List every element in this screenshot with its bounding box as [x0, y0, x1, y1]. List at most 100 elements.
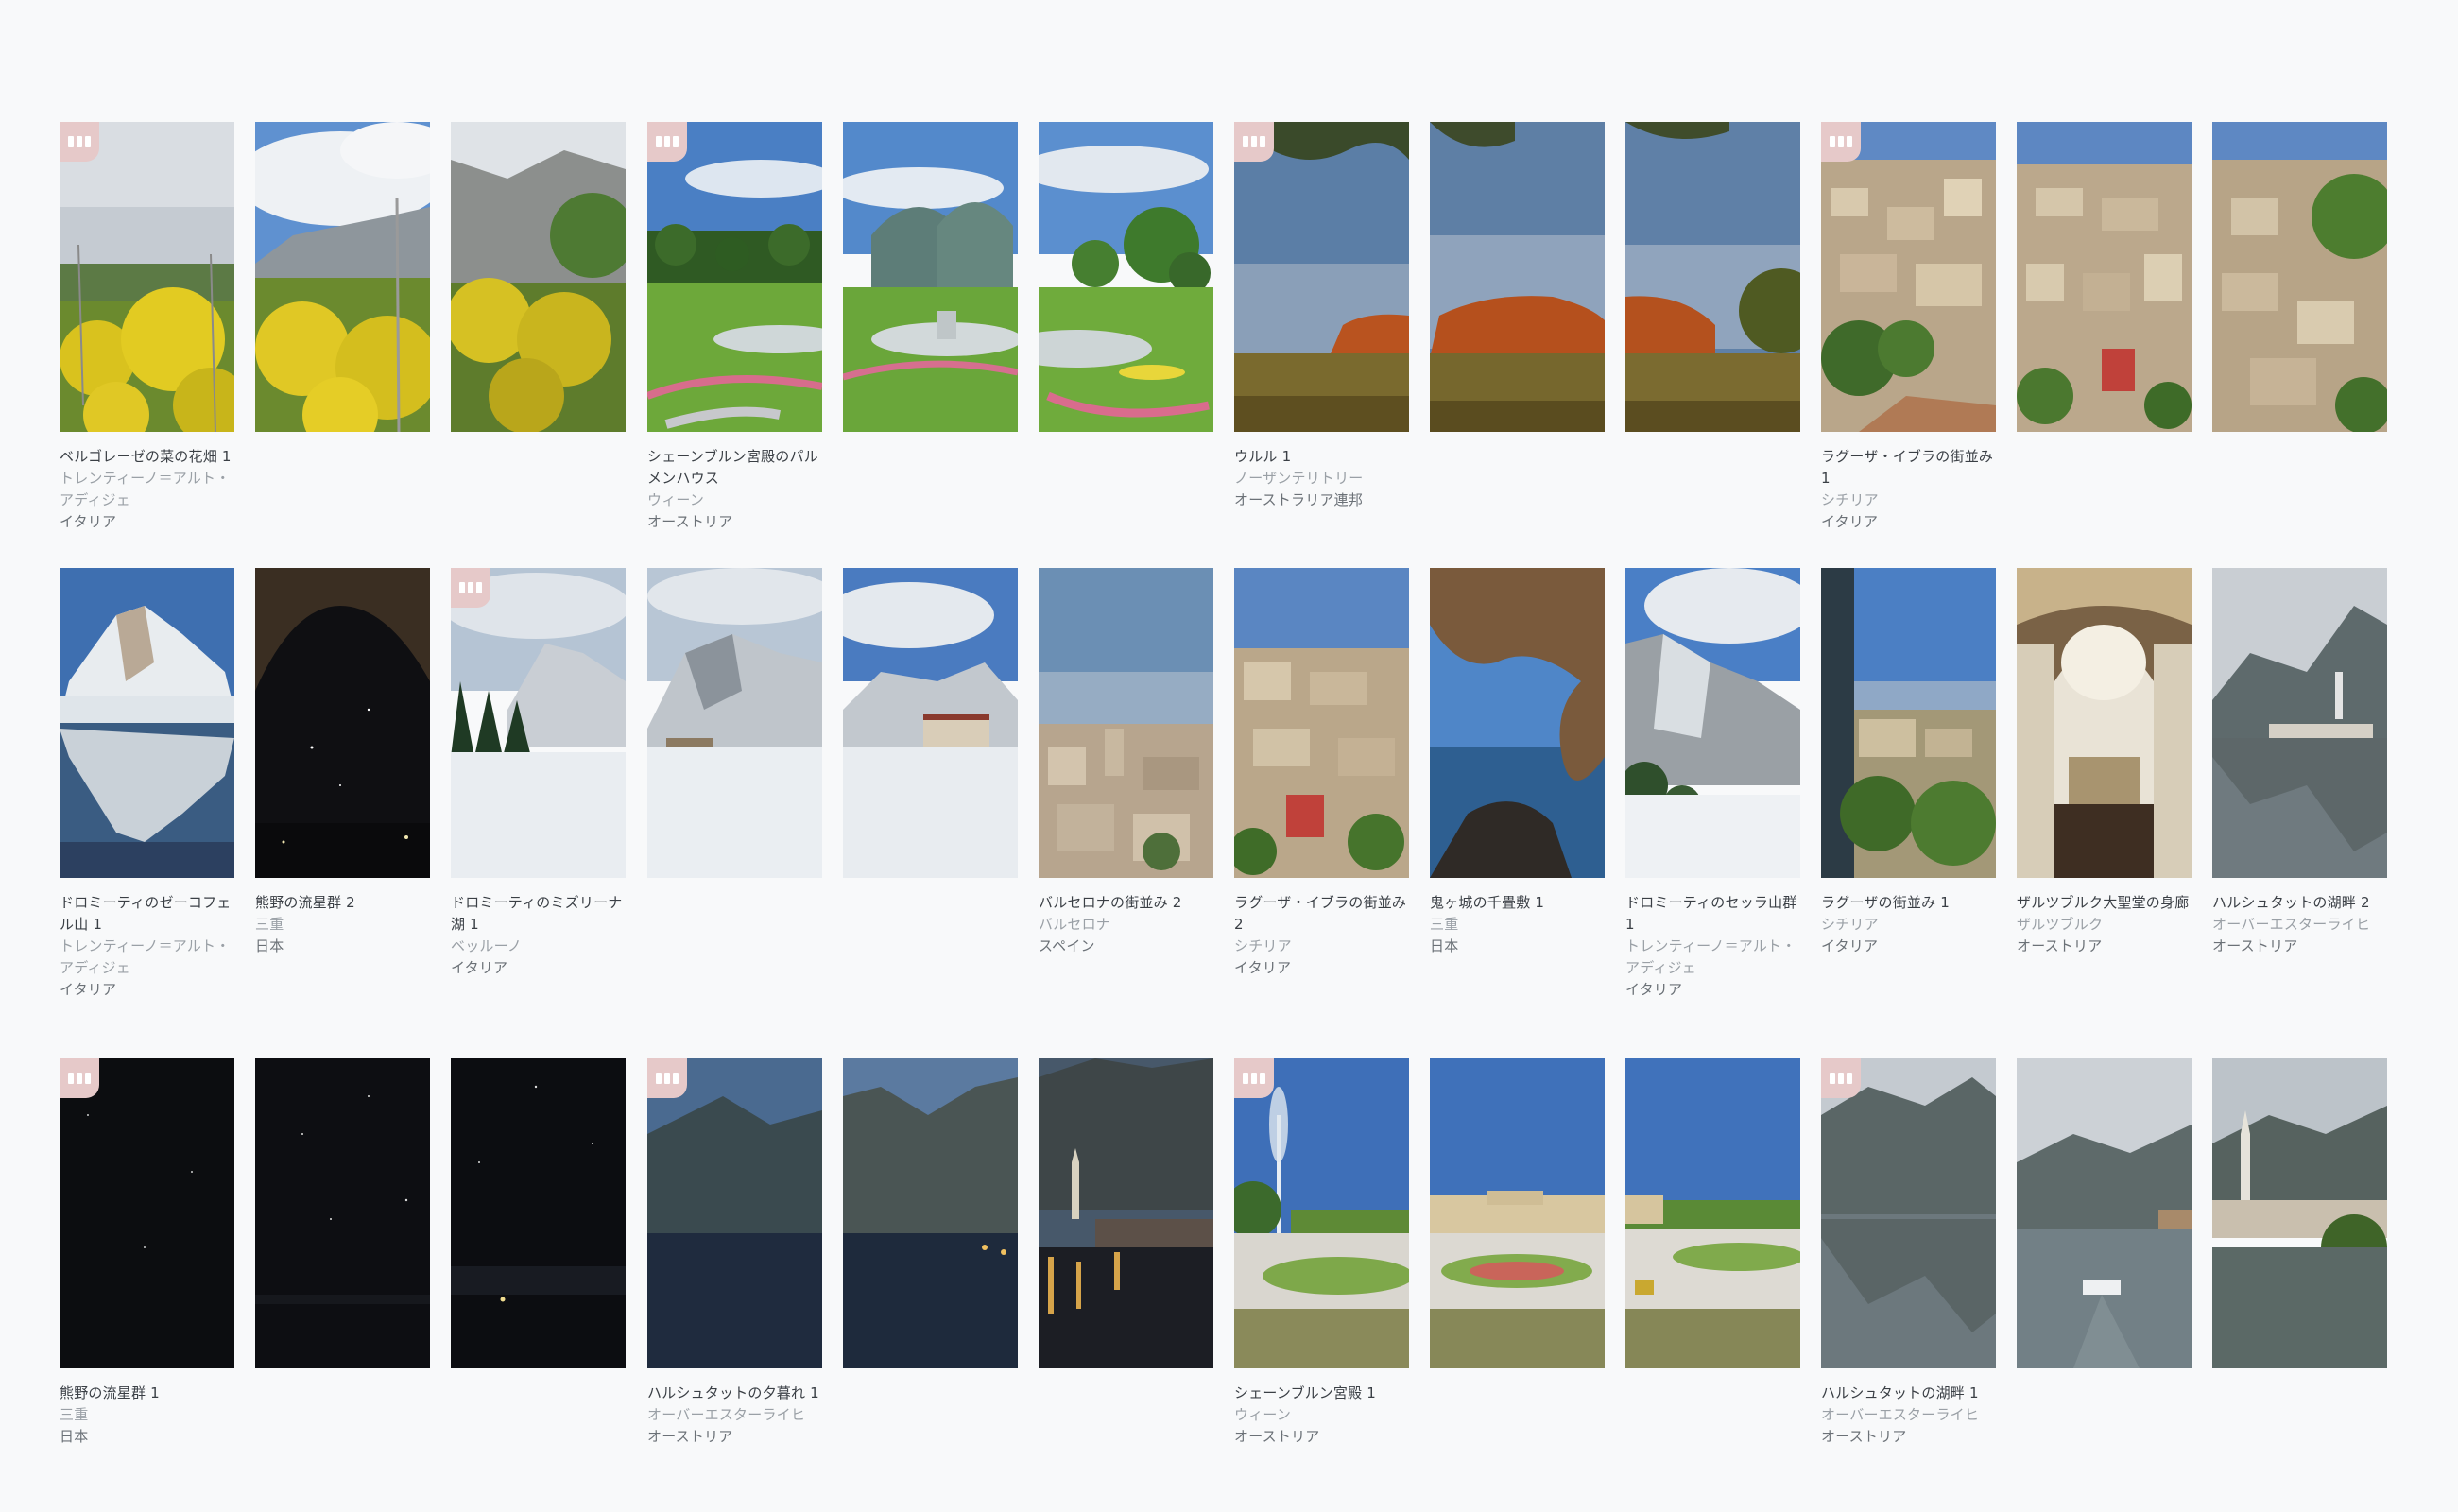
photo-caption: 熊野の流星群 2 三重 日本	[255, 892, 439, 957]
photo-tile[interactable]	[60, 122, 234, 432]
photo-title[interactable]: バルセロナの街並み 2	[1039, 892, 1223, 914]
photo-tile[interactable]	[647, 568, 822, 878]
photo-caption: ウルル 1 ノーザンテリトリー オーストラリア連邦	[1234, 446, 1418, 511]
photo-title[interactable]: ウルル 1	[1234, 446, 1418, 468]
photo-title[interactable]: ラグーザ・イブラの街並み 2	[1234, 892, 1418, 936]
photo-country: イタリア	[451, 959, 508, 976]
photo-tile[interactable]	[451, 568, 626, 878]
photo-title[interactable]: シェーンブルン宮殿のパルメンハウス	[647, 446, 832, 490]
photo-region: 三重	[1430, 916, 1459, 933]
photo-tile[interactable]	[1234, 568, 1409, 878]
photo-title[interactable]: 鬼ヶ城の千畳敷 1	[1430, 892, 1614, 914]
photo-title[interactable]: ドロミーティのゼーコフェル山 1	[60, 892, 244, 936]
photo-tile[interactable]	[451, 1058, 626, 1368]
photo-country: オーストリア	[647, 513, 733, 530]
film-strip-icon	[1830, 1073, 1852, 1084]
photo-tile[interactable]	[1234, 1058, 1409, 1368]
photo-rapeseed-field	[60, 122, 234, 432]
photo-title[interactable]: ハルシュタットの夕暮れ 1	[647, 1383, 832, 1404]
photo-region: バルセロナ	[1039, 916, 1111, 933]
photo-tile[interactable]	[843, 1058, 1018, 1368]
photo-tile[interactable]	[2212, 1058, 2387, 1368]
photo-tile[interactable]	[1039, 568, 1213, 878]
photo-tile[interactable]	[1430, 1058, 1605, 1368]
photo-country: スペイン	[1039, 937, 1095, 954]
photo-ragusa-ibla	[1234, 568, 1409, 878]
photo-title[interactable]: ハルシュタットの湖畔 2	[2212, 892, 2397, 914]
photo-title[interactable]: ラグーザの街並み 1	[1821, 892, 2005, 914]
photo-gallery: ベルゴレーゼの菜の花畑 1 トレンティーノ＝アルト・アディジェ イタリア シェー…	[0, 0, 2458, 1512]
film-strip-icon	[459, 582, 482, 593]
photo-tile[interactable]	[2017, 568, 2192, 878]
photo-tile[interactable]	[647, 1058, 822, 1368]
photo-tile[interactable]	[2212, 122, 2387, 432]
photo-caption: ハルシュタットの夕暮れ 1 オーバーエスターライヒ オーストリア	[647, 1383, 832, 1448]
photo-seekofel	[60, 568, 234, 878]
photo-misurina	[647, 568, 822, 878]
photo-tile[interactable]	[1625, 1058, 1800, 1368]
photo-hallstatt-dusk	[1039, 1058, 1213, 1368]
photo-tile[interactable]	[255, 1058, 430, 1368]
photo-tile[interactable]	[1625, 122, 1800, 432]
photo-tile[interactable]	[1821, 1058, 1996, 1368]
photo-title[interactable]: ドロミーティのミズリーナ湖 1	[451, 892, 635, 936]
photo-country: イタリア	[1234, 959, 1292, 976]
photo-tile[interactable]	[2017, 1058, 2192, 1368]
photo-tile[interactable]	[647, 122, 822, 432]
photo-uluru	[1625, 122, 1800, 432]
photo-tile[interactable]	[255, 568, 430, 878]
photo-ragusa	[1821, 568, 1996, 878]
photo-salzburg-cathedral	[2017, 568, 2192, 878]
photo-country: オーストリア	[2212, 937, 2298, 954]
photo-tile[interactable]	[1234, 122, 1409, 432]
film-strip-badge	[1821, 1058, 1861, 1098]
photo-title[interactable]: 熊野の流星群 1	[60, 1383, 244, 1404]
photo-tile[interactable]	[60, 1058, 234, 1368]
photo-caption: 鬼ヶ城の千畳敷 1 三重 日本	[1430, 892, 1614, 957]
photo-title[interactable]: ベルゴレーゼの菜の花畑 1	[60, 446, 244, 468]
photo-tile[interactable]	[1430, 122, 1605, 432]
photo-tile[interactable]	[255, 122, 430, 432]
photo-tile[interactable]	[1430, 568, 1605, 878]
photo-tile[interactable]	[451, 122, 626, 432]
film-strip-icon	[656, 1073, 679, 1084]
photo-title[interactable]: ドロミーティのセッラ山群 1	[1625, 892, 1810, 936]
photo-country: 日本	[1430, 937, 1459, 954]
photo-region: オーバーエスターライヒ	[647, 1406, 806, 1423]
photo-hallstatt-lakeside	[2212, 568, 2387, 878]
film-strip-badge	[60, 122, 99, 162]
photo-title[interactable]: ハルシュタットの湖畔 1	[1821, 1383, 2005, 1404]
film-strip-badge	[647, 122, 687, 162]
photo-tile[interactable]	[1821, 122, 1996, 432]
photo-tile[interactable]	[843, 568, 1018, 878]
photo-region: トレンティーノ＝アルト・アディジェ	[1625, 937, 1796, 976]
photo-title[interactable]: 熊野の流星群 2	[255, 892, 439, 914]
photo-tile[interactable]	[60, 568, 234, 878]
photo-region: シチリア	[1821, 916, 1879, 933]
photo-tile[interactable]	[1039, 1058, 1213, 1368]
photo-country: 日本	[60, 1428, 89, 1445]
photo-onigajo	[1430, 568, 1605, 878]
photo-tile[interactable]	[843, 122, 1018, 432]
photo-palmenhaus	[843, 122, 1018, 432]
photo-tile[interactable]	[1821, 568, 1996, 878]
photo-meteor-shower	[255, 568, 430, 878]
photo-hallstatt-lakeside	[2017, 1058, 2192, 1368]
photo-tile[interactable]	[1039, 122, 1213, 432]
photo-tile[interactable]	[1625, 568, 1800, 878]
photo-country: オーストリア	[1234, 1428, 1320, 1445]
photo-caption: ザルツブルク大聖堂の身廊 ザルツブルク オーストリア	[2017, 892, 2201, 957]
photo-region: ザルツブルク	[2017, 916, 2104, 933]
photo-palmenhaus	[647, 122, 822, 432]
photo-hallstatt-dusk	[647, 1058, 822, 1368]
photo-caption: ベルゴレーゼの菜の花畑 1 トレンティーノ＝アルト・アディジェ イタリア	[60, 446, 244, 533]
photo-title[interactable]: ラグーザ・イブラの街並み 1	[1821, 446, 2005, 490]
photo-country: オーストリア	[2017, 937, 2103, 954]
photo-title[interactable]: ザルツブルク大聖堂の身廊	[2017, 892, 2201, 914]
photo-hallstatt-lakeside	[1821, 1058, 1996, 1368]
photo-title[interactable]: シェーンブルン宮殿 1	[1234, 1383, 1418, 1404]
photo-tile[interactable]	[2017, 122, 2192, 432]
photo-caption: ラグーザ・イブラの街並み 1 シチリア イタリア	[1821, 446, 2005, 533]
photo-region: 三重	[255, 916, 284, 933]
photo-tile[interactable]	[2212, 568, 2387, 878]
